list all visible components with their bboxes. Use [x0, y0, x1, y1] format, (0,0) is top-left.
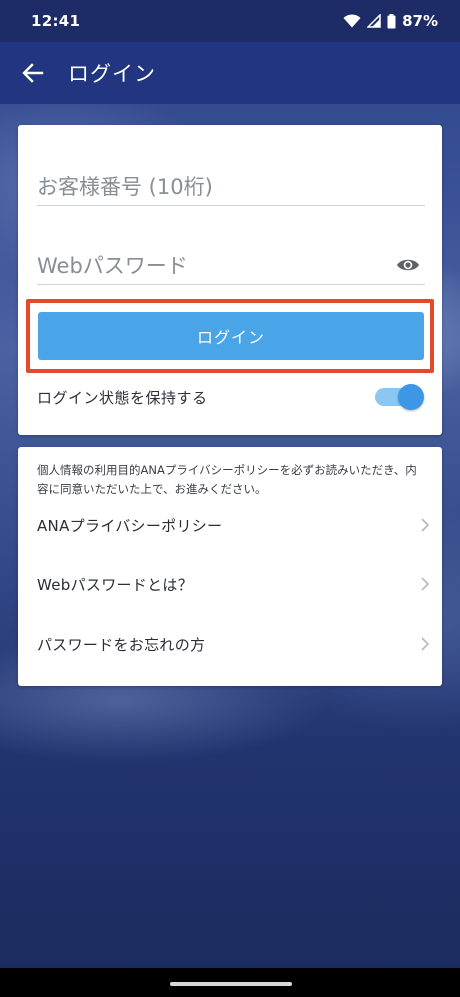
info-card: 個人情報の利用目的ANAプライバシーポリシーを必ずお読みいただき、内容に同意いた… — [18, 447, 442, 686]
privacy-notice-text: 個人情報の利用目的ANAプライバシーポリシーを必ずお読みいただき、内容に同意いた… — [37, 463, 417, 496]
keep-logged-in-label: ログイン状態を保持する — [37, 388, 208, 407]
privacy-policy-link[interactable]: ANAプライバシーポリシー — [18, 502, 442, 548]
link-label: パスワードをお忘れの方 — [37, 635, 206, 654]
keep-logged-in-toggle[interactable] — [373, 381, 425, 413]
cell-signal-icon — [367, 14, 381, 28]
system-nav-bar — [0, 968, 460, 997]
status-time: 12:41 — [31, 12, 81, 30]
show-password-button[interactable] — [395, 252, 421, 278]
chevron-right-icon — [420, 517, 430, 533]
arrow-left-icon — [22, 63, 44, 83]
app-bar: ログイン — [0, 42, 460, 104]
eye-icon — [397, 259, 419, 271]
web-password-info-link[interactable]: Webパスワードとは？ — [18, 561, 442, 607]
link-label: ANAプライバシーポリシー — [37, 516, 223, 535]
forgot-password-link[interactable]: パスワードをお忘れの方 — [18, 621, 442, 667]
gesture-handle[interactable] — [170, 982, 292, 986]
keep-logged-in-row: ログイン状態を保持する — [37, 381, 425, 413]
password-field — [37, 238, 425, 285]
toggle-thumb — [398, 384, 424, 410]
chevron-right-icon — [420, 636, 430, 652]
login-button[interactable]: ログイン — [38, 312, 424, 360]
battery-icon — [387, 13, 396, 29]
link-label: Webパスワードとは？ — [37, 575, 194, 594]
page-title: ログイン — [68, 62, 156, 86]
back-button[interactable] — [19, 59, 47, 87]
login-card: ログイン ログイン状態を保持する — [18, 125, 442, 435]
customer-number-field — [37, 160, 425, 206]
battery-percent: 87% — [402, 12, 438, 30]
status-icons: 87% — [343, 12, 438, 30]
password-input[interactable] — [37, 254, 377, 278]
chevron-right-icon — [420, 576, 430, 592]
customer-number-input[interactable] — [37, 175, 377, 199]
wifi-icon — [343, 14, 361, 28]
status-bar: 12:41 87% — [0, 0, 460, 42]
